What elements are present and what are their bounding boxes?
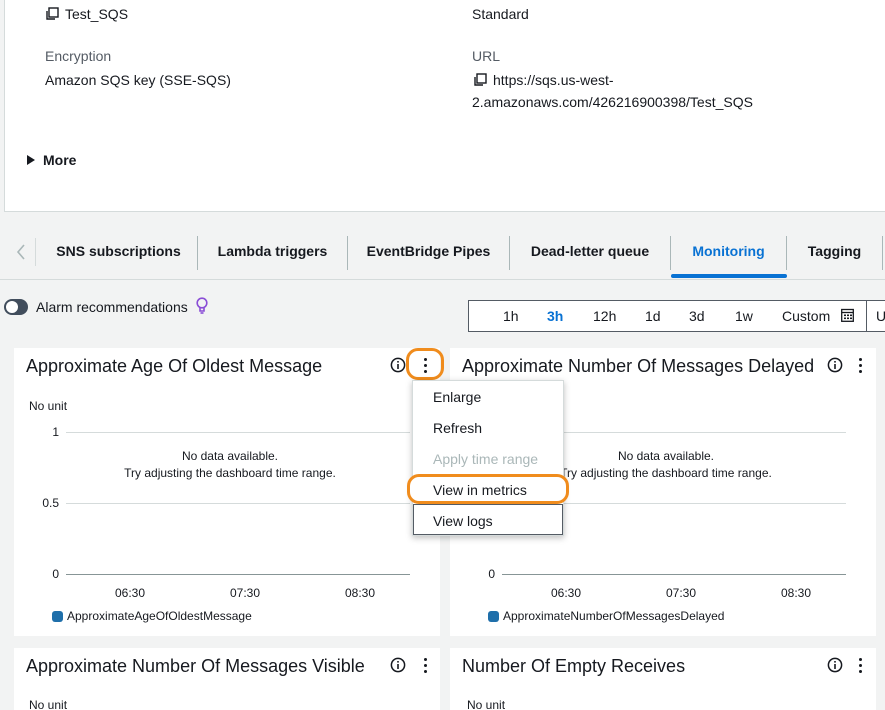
encryption-label: Encryption — [45, 48, 112, 64]
menu-item-view-logs[interactable]: View logs — [433, 513, 493, 529]
caret-right-icon — [27, 155, 35, 165]
legend-swatch — [488, 610, 499, 622]
menu-item-refresh[interactable]: Refresh — [433, 420, 482, 436]
widget-actions-kebab-icon[interactable] — [859, 358, 863, 374]
widget-messages-visible: Approximate Number Of Messages Visible N… — [14, 648, 440, 710]
x-axis-line — [66, 574, 410, 575]
url-line-2: 2.amazonaws.com/426216900398/Test_SQS — [472, 94, 753, 110]
range-1d[interactable]: 1d — [645, 308, 661, 324]
widget-actions-menu: Enlarge Refresh Apply time range View lo… — [412, 380, 564, 536]
range-custom[interactable]: Custom — [782, 308, 830, 324]
grid-line — [66, 432, 410, 433]
legend-label: ApproximateAgeOfOldestMessage — [67, 609, 252, 623]
calendar-icon[interactable] — [841, 308, 854, 322]
x-tick: 07:30 — [229, 586, 261, 600]
info-icon[interactable] — [390, 357, 406, 373]
x-tick: 06:30 — [550, 586, 582, 600]
x-tick: 08:30 — [344, 586, 376, 600]
active-tab-indicator — [671, 274, 787, 278]
menu-item-view-in-metrics[interactable]: View in metrics — [407, 474, 569, 504]
alarm-recommendations-label: Alarm recommendations — [36, 299, 188, 315]
y-tick: 0 — [52, 567, 59, 581]
widget-title: Approximate Age Of Oldest Message — [26, 356, 323, 376]
widget-title: Approximate Number Of Messages Visible — [26, 656, 365, 676]
url-label: URL — [472, 48, 501, 64]
no-data-line: No data available. — [181, 449, 279, 463]
y-tick: 0 — [488, 567, 495, 581]
legend-label: ApproximateNumberOfMessagesDelayed — [503, 609, 725, 623]
chart-legend[interactable]: ApproximateNumberOfMessagesDelayed — [488, 609, 724, 623]
no-data-hint: Try adjusting the dashboard time range. — [124, 466, 336, 480]
x-tick: 08:30 — [780, 586, 812, 600]
copy-icon[interactable] — [45, 7, 59, 21]
kebab-highlight — [406, 348, 444, 380]
unit-label: No unit — [467, 698, 506, 710]
info-icon[interactable] — [827, 357, 843, 373]
tab-lambda-triggers[interactable]: Lambda triggers — [198, 236, 348, 270]
info-icon[interactable] — [827, 657, 843, 673]
menu-item-view-in-metrics-label: View in metrics — [433, 482, 527, 498]
lightbulb-icon — [196, 297, 208, 314]
tab-dead-letter-queue[interactable]: Dead-letter queue — [510, 236, 671, 270]
tab-sns-subscriptions[interactable]: SNS subscriptions — [40, 236, 198, 270]
info-icon[interactable] — [390, 657, 406, 673]
unit-label: No unit — [29, 698, 68, 710]
chevron-left-icon — [16, 244, 25, 260]
more-label: More — [43, 152, 77, 168]
widget-title: Number Of Empty Receives — [462, 656, 686, 676]
x-axis-line — [502, 574, 846, 575]
x-tick: 07:30 — [665, 586, 697, 600]
widget-empty-receives: Number Of Empty Receives No unit — [450, 648, 876, 710]
range-3h[interactable]: 3h — [547, 308, 563, 324]
tabs-scroll-left-button[interactable] — [12, 238, 36, 266]
chart-legend[interactable]: ApproximateAgeOfOldestMessage — [52, 609, 252, 623]
tab-eventbridge-pipes[interactable]: EventBridge Pipes — [348, 236, 510, 270]
range-3d[interactable]: 3d — [689, 308, 705, 324]
no-data-message: No data available. Try adjusting the das… — [110, 448, 350, 482]
queue-tabs: SNS subscriptions Lambda triggers EventB… — [0, 222, 885, 280]
url-line-1: https://sqs.us-west- — [493, 72, 614, 88]
no-data-message: No data available. Try adjusting the das… — [546, 448, 786, 482]
alarm-recommendations-toggle[interactable] — [4, 299, 28, 315]
menu-item-apply-time-range: Apply time range — [433, 451, 539, 467]
y-tick: 1 — [52, 425, 59, 439]
legend-swatch — [52, 610, 63, 622]
range-1w[interactable]: 1w — [735, 308, 753, 324]
widget-age-oldest-message: Approximate Age Of Oldest Message No uni… — [14, 348, 440, 636]
range-overflow-label[interactable]: U — [876, 308, 885, 324]
menu-item-enlarge[interactable]: Enlarge — [433, 389, 481, 405]
tab-monitoring[interactable]: Monitoring — [671, 236, 787, 270]
range-1h[interactable]: 1h — [503, 308, 519, 324]
widget-title: Approximate Number Of Messages Delayed — [462, 356, 815, 376]
tab-tagging[interactable]: Tagging — [787, 236, 883, 270]
queue-name: Test_SQS — [65, 6, 129, 22]
unit-label: No unit — [29, 399, 68, 413]
queue-type: Standard — [472, 6, 529, 22]
grid-line — [66, 503, 410, 504]
range-12h[interactable]: 12h — [593, 308, 616, 324]
more-toggle[interactable]: More — [27, 152, 76, 168]
queue-details-panel: Test_SQS Standard Encryption Amazon SQS … — [4, 0, 885, 212]
time-range-selector: 1h 3h 12h 1d 3d 1w Custom U — [468, 300, 885, 332]
copy-url-icon[interactable] — [473, 73, 487, 87]
no-data-hint: Try adjusting the dashboard time range. — [560, 466, 772, 480]
encryption-value: Amazon SQS key (SSE-SQS) — [45, 72, 231, 88]
widget-actions-kebab-icon[interactable] — [859, 658, 863, 674]
y-tick: 0.5 — [42, 496, 59, 510]
range-divider — [866, 300, 867, 332]
widget-actions-kebab-icon[interactable] — [424, 658, 428, 674]
x-tick: 06:30 — [114, 586, 146, 600]
no-data-line: No data available. — [617, 449, 715, 463]
